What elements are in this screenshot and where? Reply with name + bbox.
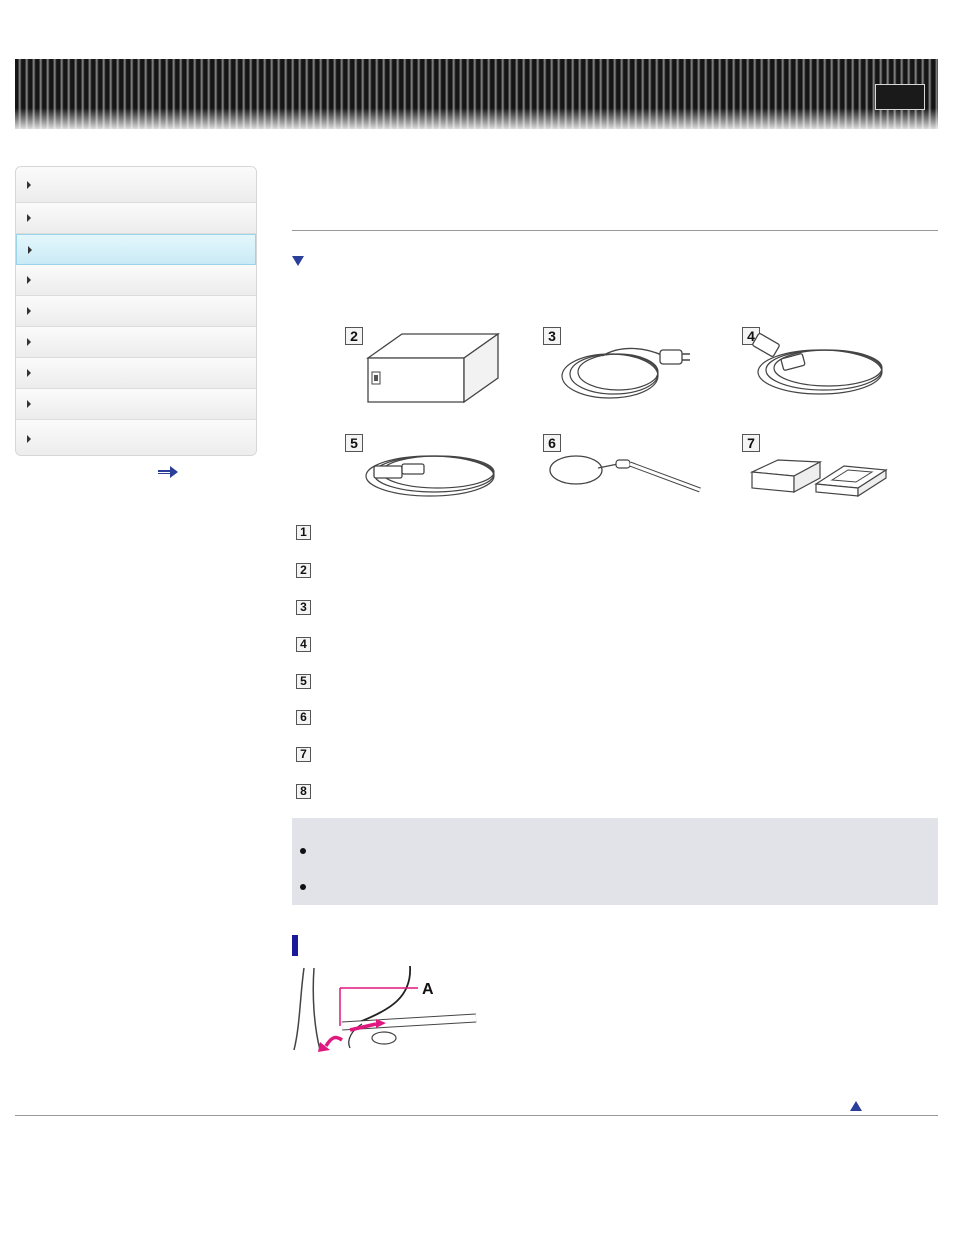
hdmi-cable-illustration xyxy=(752,333,883,395)
chevron-right-icon xyxy=(27,369,31,377)
item-number-badge: 7 xyxy=(742,434,760,452)
section-heading-marker xyxy=(292,935,298,956)
sidebar-item-3-active[interactable] xyxy=(16,234,256,265)
chevron-right-icon xyxy=(27,214,31,222)
sidebar-item-4[interactable] xyxy=(16,265,256,296)
arrow-right-icon[interactable] xyxy=(158,466,178,478)
usb-cable-illustration xyxy=(365,455,495,497)
chevron-right-icon xyxy=(27,338,31,346)
sidebar-item-5[interactable] xyxy=(16,296,256,327)
list-item-number: 7 xyxy=(296,747,311,762)
list-item-number: 3 xyxy=(296,600,311,615)
chevron-right-icon xyxy=(27,307,31,315)
list-item-number: 4 xyxy=(296,637,311,652)
title-divider xyxy=(292,230,938,231)
bullet-icon xyxy=(300,884,306,890)
ac-adaptor-illustration xyxy=(365,332,500,404)
wrist-strap-illustration xyxy=(549,455,701,493)
triangle-down-icon[interactable] xyxy=(292,256,304,266)
chevron-right-icon xyxy=(27,434,31,443)
sidebar-item-8[interactable] xyxy=(16,389,256,420)
header-button[interactable] xyxy=(875,84,925,110)
list-item-number: 6 xyxy=(296,710,311,725)
bullet-icon xyxy=(300,848,306,854)
power-cord-illustration xyxy=(561,347,690,399)
sidebar-item-9[interactable] xyxy=(16,420,256,455)
chevron-right-icon xyxy=(27,400,31,408)
note-box xyxy=(292,818,938,905)
footer-divider xyxy=(15,1115,938,1116)
header-banner xyxy=(15,59,938,129)
item-number-badge: 2 xyxy=(345,327,363,345)
list-item-number: 1 xyxy=(296,525,311,540)
list-item-number: 5 xyxy=(296,674,311,689)
chevron-right-icon xyxy=(28,245,32,254)
chevron-right-icon xyxy=(27,276,31,284)
sidebar-item-6[interactable] xyxy=(16,327,256,358)
list-item-number: 8 xyxy=(296,784,311,799)
chevron-right-icon xyxy=(27,180,31,189)
sidebar-nav xyxy=(15,166,257,456)
triangle-up-icon[interactable] xyxy=(850,1101,862,1111)
sidebar-item-7[interactable] xyxy=(16,358,256,389)
strap-attachment-diagram: A xyxy=(293,966,477,1052)
list-item-number: 2 xyxy=(296,563,311,578)
sidebar-item-2[interactable] xyxy=(16,203,256,234)
battery-pack-illustration xyxy=(749,459,888,498)
callout-label-a: A xyxy=(422,981,434,998)
sidebar-item-1[interactable] xyxy=(16,167,256,203)
